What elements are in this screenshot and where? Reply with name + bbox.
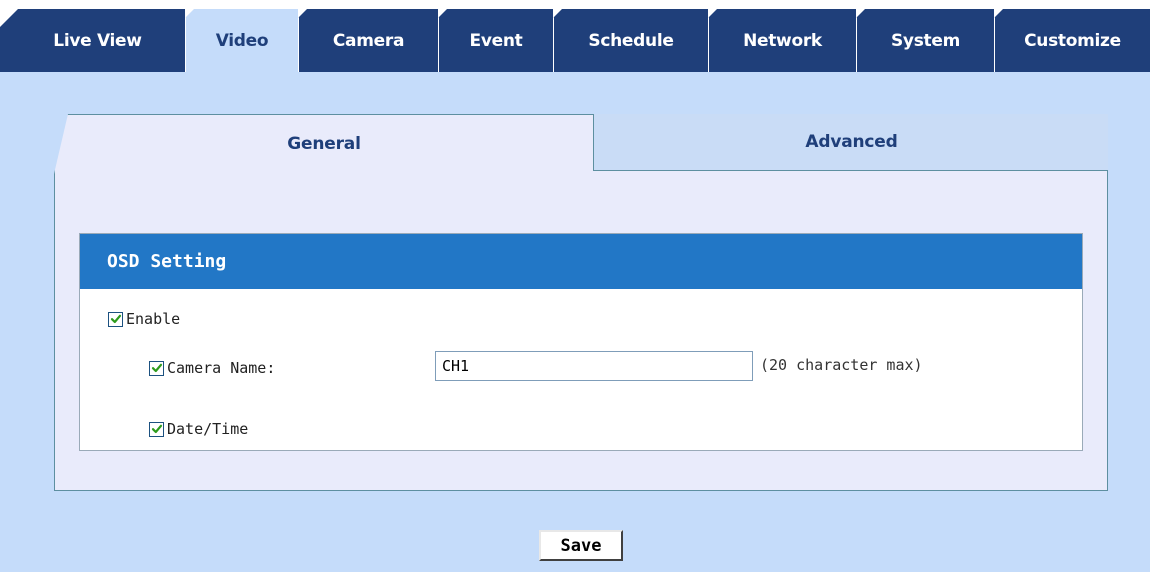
tab-live-view[interactable]: Live View [0,9,185,72]
enable-row: Enable [108,310,180,328]
tab-label: Video [215,30,269,51]
tab-label: Camera [332,30,405,51]
osd-setting-header: OSD Setting [80,234,1082,289]
tab-schedule[interactable]: Schedule [553,9,708,72]
enable-label: Enable [126,310,181,328]
subtab-advanced[interactable]: Advanced [593,114,1108,171]
tab-label: Live View [53,30,142,51]
camera-name-hint: (20 character max) [760,356,923,374]
tab-camera[interactable]: Camera [298,9,438,72]
tab-label: Customize [1024,30,1121,51]
camera-name-label: Camera Name: [167,359,276,377]
subtab-general[interactable]: General [55,115,593,172]
tab-network[interactable]: Network [708,9,856,72]
tab-event[interactable]: Event [438,9,553,72]
osd-setting-group: OSD Setting Enable Camera Name: (20 char… [79,233,1083,451]
subtab-advanced-label: Advanced [805,132,898,152]
camera-name-row: Camera Name: [149,359,275,377]
checkmark-icon [151,424,162,434]
tab-system[interactable]: System [856,9,994,72]
top-nav: Live View Video Camera Event Schedule Ne… [0,0,1150,72]
date-time-checkbox[interactable] [149,421,164,437]
checkmark-icon [151,363,162,373]
tab-label: Schedule [588,30,674,51]
tab-customize[interactable]: Customize [994,9,1150,72]
checkmark-icon [110,314,121,324]
enable-checkbox[interactable] [108,311,123,327]
camera-name-input[interactable] [435,351,753,381]
tab-label: System [890,30,960,51]
subtab-general-label: General [287,133,361,154]
date-time-row: Date/Time [149,420,248,438]
save-button[interactable]: Save [539,530,623,561]
page: Live View Video Camera Event Schedule Ne… [0,0,1150,572]
date-time-label: Date/Time [167,420,249,438]
tab-label: Network [743,30,822,51]
camera-name-checkbox[interactable] [149,360,164,376]
tab-video[interactable]: Video [185,9,298,72]
tab-label: Event [469,30,523,51]
